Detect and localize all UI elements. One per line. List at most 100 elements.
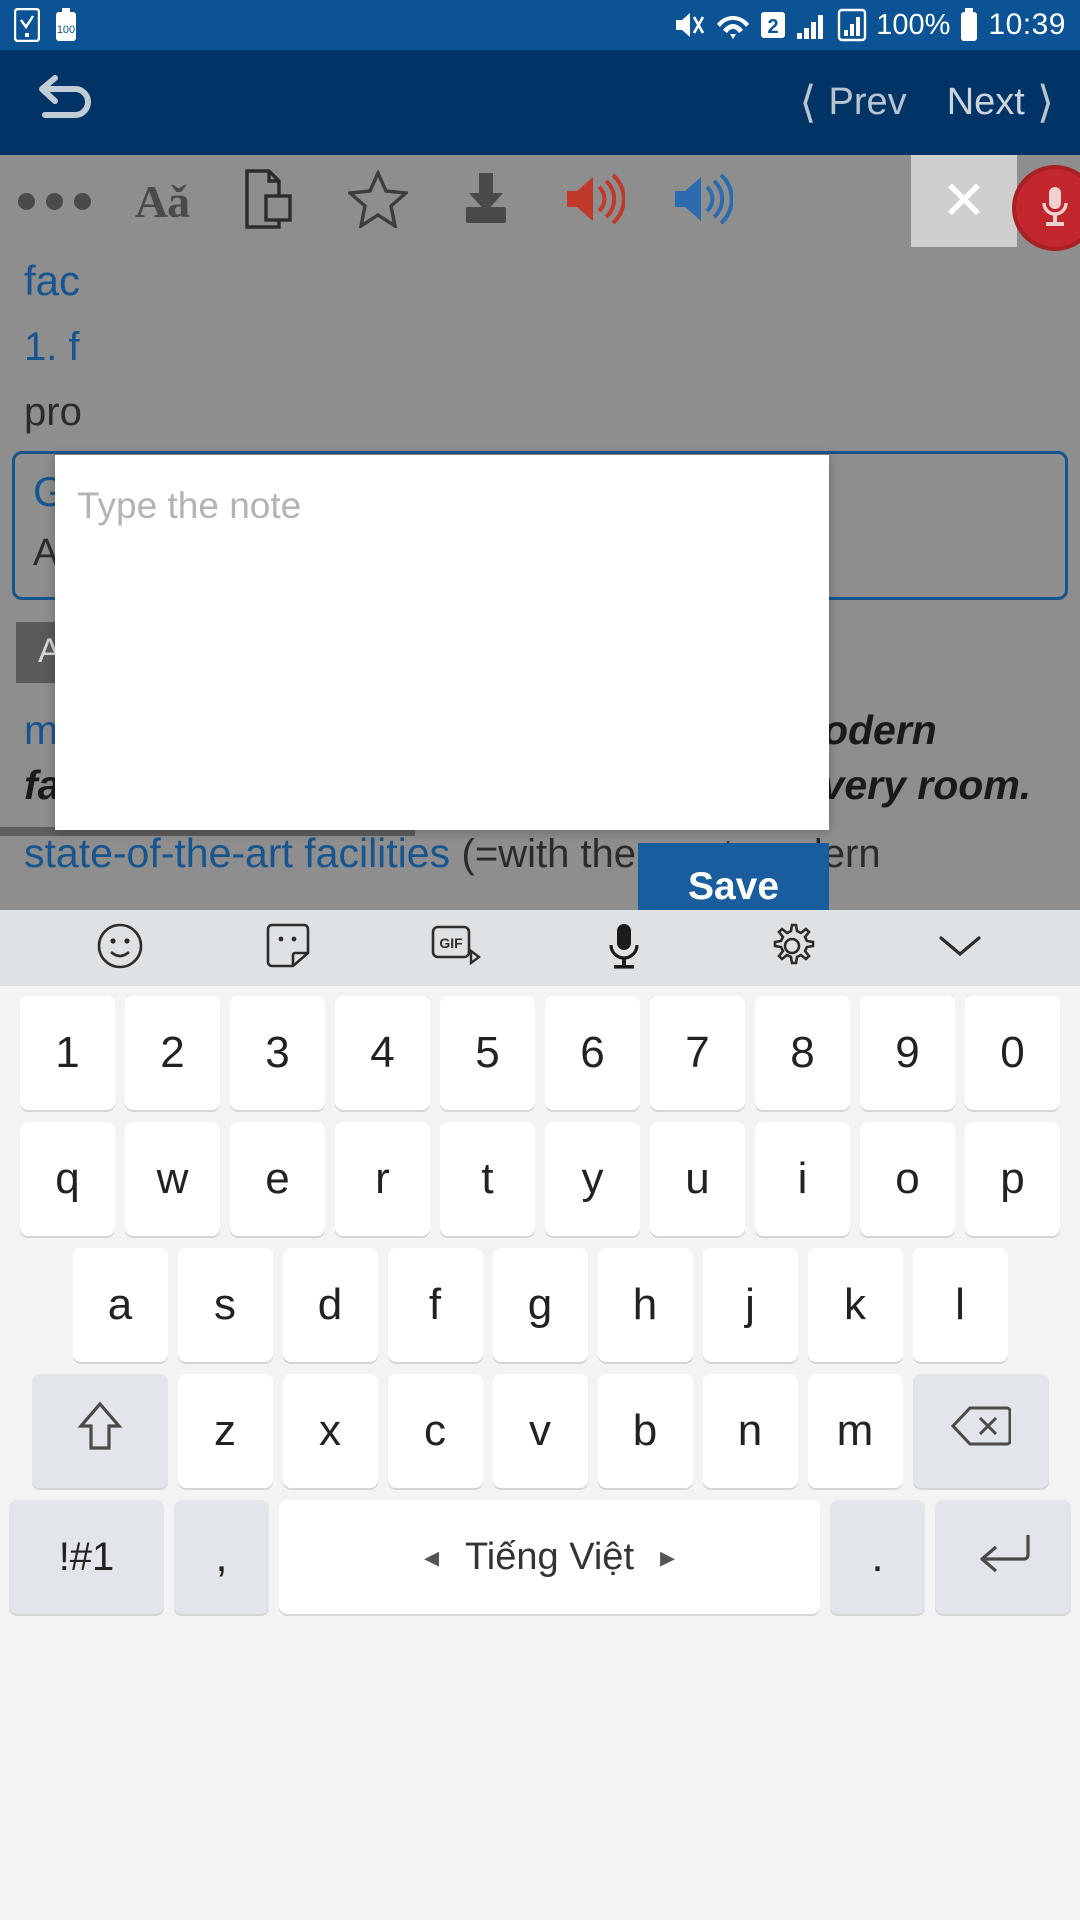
- wifi-icon: [716, 9, 750, 41]
- more-options-button[interactable]: [0, 155, 108, 247]
- key-d[interactable]: d: [282, 1248, 378, 1362]
- copy-button[interactable]: [216, 155, 324, 247]
- key-c[interactable]: c: [387, 1374, 483, 1488]
- sticker-button[interactable]: [248, 915, 328, 981]
- next-label: Next: [946, 81, 1025, 123]
- enter-key[interactable]: [935, 1500, 1071, 1614]
- favorite-button[interactable]: [324, 155, 432, 247]
- space-key[interactable]: ◂ Tiếng Việt ▸: [279, 1500, 820, 1614]
- sim-2-icon: 2: [759, 9, 787, 41]
- enter-arrow-icon: [974, 1529, 1032, 1586]
- language-prev-icon[interactable]: ◂: [424, 1540, 439, 1575]
- keyboard-settings-button[interactable]: [752, 915, 832, 981]
- emoji-button[interactable]: [80, 915, 160, 981]
- chevron-down-icon: [935, 930, 985, 967]
- svg-text:100: 100: [57, 24, 75, 36]
- shift-key[interactable]: [31, 1374, 168, 1488]
- comma-key[interactable]: ,: [174, 1500, 269, 1614]
- next-button[interactable]: Next ⟩: [946, 80, 1054, 125]
- key-1[interactable]: 1: [20, 996, 115, 1110]
- microphone-icon: [603, 920, 645, 977]
- key-4[interactable]: 4: [335, 996, 430, 1110]
- gif-icon: GIF: [429, 921, 483, 976]
- key-g[interactable]: g: [492, 1248, 588, 1362]
- sense-number: 1. f: [24, 325, 80, 369]
- download-button[interactable]: [432, 155, 540, 247]
- download-icon: [457, 171, 515, 232]
- key-s[interactable]: s: [177, 1248, 273, 1362]
- battery-icon: [959, 8, 979, 42]
- key-6[interactable]: 6: [545, 996, 640, 1110]
- language-next-icon[interactable]: ▸: [660, 1540, 675, 1575]
- key-n[interactable]: n: [702, 1374, 798, 1488]
- key-h[interactable]: h: [597, 1248, 693, 1362]
- key-r[interactable]: r: [335, 1122, 430, 1236]
- shift-arrow-icon: [77, 1400, 123, 1463]
- note-dialog: [55, 455, 829, 830]
- mute-vibrate-icon: [673, 9, 707, 41]
- gear-icon: [765, 919, 819, 978]
- checkbox-app-icon: [14, 8, 40, 42]
- key-k[interactable]: k: [807, 1248, 903, 1362]
- key-z[interactable]: z: [177, 1374, 273, 1488]
- period-key[interactable]: .: [830, 1500, 925, 1614]
- key-i[interactable]: i: [755, 1122, 850, 1236]
- key-a[interactable]: a: [72, 1248, 168, 1362]
- backspace-icon: [950, 1404, 1011, 1459]
- speaker-uk-button[interactable]: [648, 155, 756, 247]
- key-f[interactable]: f: [387, 1248, 483, 1362]
- dictionary-content-dimmed: Aǎ ✕ fac 1. f pro G Al modern every room…: [0, 155, 1080, 910]
- key-9[interactable]: 9: [860, 996, 955, 1110]
- key-x[interactable]: x: [282, 1374, 378, 1488]
- key-l[interactable]: l: [912, 1248, 1008, 1362]
- key-0[interactable]: 0: [965, 996, 1060, 1110]
- key-7[interactable]: 7: [650, 996, 745, 1110]
- copy-document-icon: [244, 168, 296, 235]
- clock-label: 10:39: [988, 8, 1066, 41]
- key-5[interactable]: 5: [440, 996, 535, 1110]
- svg-text:GIF: GIF: [439, 935, 463, 951]
- key-3[interactable]: 3: [230, 996, 325, 1110]
- back-button[interactable]: [28, 67, 100, 139]
- key-2[interactable]: 2: [125, 996, 220, 1110]
- keyboard-keys: 1 2 3 4 5 6 7 8 9 0 q w e r t y u i o p …: [0, 986, 1080, 1614]
- key-j[interactable]: j: [702, 1248, 798, 1362]
- collocation-term-2[interactable]: state-of-the-art facilities: [24, 830, 450, 876]
- key-m[interactable]: m: [807, 1374, 903, 1488]
- battery-saver-icon: 100: [54, 8, 78, 42]
- collapse-keyboard-button[interactable]: [920, 915, 1000, 981]
- sim-badge-number: 2: [768, 16, 779, 38]
- microphone-icon: [1035, 183, 1075, 234]
- emoji-icon: [95, 921, 145, 976]
- key-q[interactable]: q: [20, 1122, 115, 1236]
- save-button[interactable]: Save: [638, 843, 829, 910]
- headword: fac: [24, 257, 81, 304]
- keyboard-mic-button[interactable]: [584, 915, 664, 981]
- prev-button[interactable]: ⟨ Prev: [799, 80, 906, 125]
- dictionary-toolbar: Aǎ ✕: [0, 155, 1080, 247]
- close-icon: ✕: [941, 171, 987, 231]
- space-language-label: Tiếng Việt: [465, 1535, 634, 1578]
- speaker-us-button[interactable]: [540, 155, 648, 247]
- note-input[interactable]: [55, 455, 829, 830]
- keyboard-row-asdf: a s d f g h j k l: [9, 1248, 1071, 1362]
- gif-button[interactable]: GIF: [416, 915, 496, 981]
- key-b[interactable]: b: [597, 1374, 693, 1488]
- status-bar: 100 2 100% 10:39: [0, 0, 1080, 50]
- key-p[interactable]: p: [965, 1122, 1060, 1236]
- key-o[interactable]: o: [860, 1122, 955, 1236]
- key-v[interactable]: v: [492, 1374, 588, 1488]
- font-size-icon: Aǎ: [134, 175, 190, 227]
- key-e[interactable]: e: [230, 1122, 325, 1236]
- key-8[interactable]: 8: [755, 996, 850, 1110]
- key-t[interactable]: t: [440, 1122, 535, 1236]
- voice-search-button[interactable]: [1016, 169, 1080, 247]
- keyboard-row-qwerty: q w e r t y u i o p: [9, 1122, 1071, 1236]
- delete-key[interactable]: [912, 1374, 1049, 1488]
- key-u[interactable]: u: [650, 1122, 745, 1236]
- close-button[interactable]: ✕: [911, 155, 1017, 247]
- key-w[interactable]: w: [125, 1122, 220, 1236]
- font-size-button[interactable]: Aǎ: [108, 155, 216, 247]
- key-y[interactable]: y: [545, 1122, 640, 1236]
- symbols-key[interactable]: !#1: [9, 1500, 164, 1614]
